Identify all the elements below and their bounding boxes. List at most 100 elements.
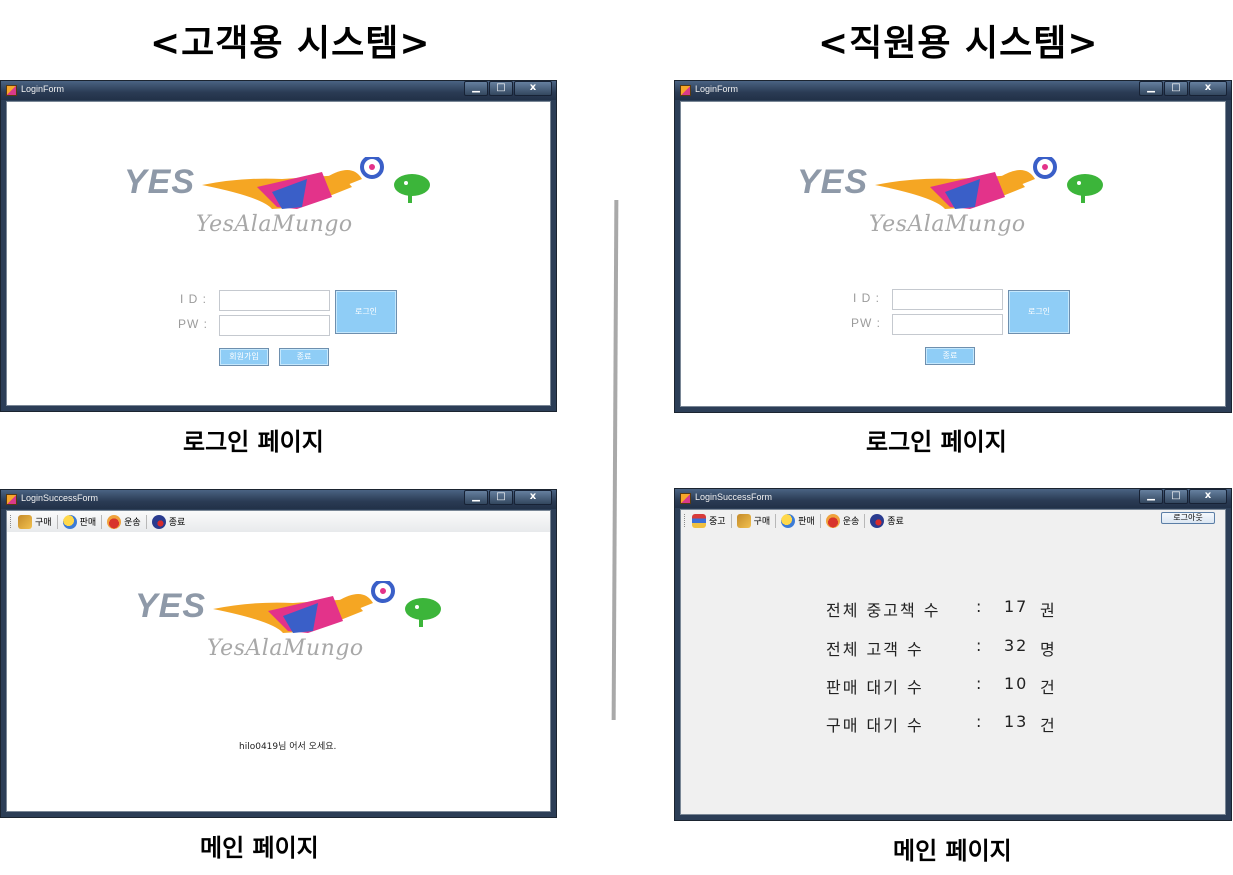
exit-icon [870,513,885,528]
stat-row-pending-purchases: 구매 대기 수 : 13 건 [826,712,1057,736]
toolbar-exit-button[interactable]: 종료 [149,514,189,529]
toolbar-used-button[interactable]: 중고 [689,513,729,528]
titlebar: LoginSuccessForm ▁ □ x [675,489,1231,508]
window-title: LoginForm [695,84,739,94]
toolbar-sell-button[interactable]: 판매 [60,514,100,529]
window-title: LoginSuccessForm [21,493,99,503]
id-input[interactable] [892,289,1003,310]
toolbar-sell-label: 판매 [79,518,97,528]
toolbar-ship-label: 운송 [842,517,860,527]
stat-colon: : [976,597,984,616]
stat-value: 10 [1004,674,1029,693]
maximize-button[interactable]: □ [489,490,513,505]
employee-login-caption: 로그인 페이지 [866,428,1007,456]
close-button[interactable]: x [1189,81,1227,96]
toolbar-exit-button[interactable]: 종료 [867,513,907,528]
pw-input[interactable] [219,315,330,336]
stat-value: 13 [1004,712,1029,731]
toolbar-ship-button[interactable]: 운송 [823,513,863,528]
center-divider [611,199,619,721]
close-button[interactable]: x [514,81,552,96]
login-button[interactable]: 로그인 [1008,290,1070,334]
genie-lamp-icon [202,157,430,209]
login-client-area: YES YesAlaMungo I D : PW : 로그인 종료 [680,101,1226,407]
app-icon [680,85,691,96]
close-button[interactable]: x [514,490,552,505]
id-input[interactable] [219,290,330,311]
customer-login-window: LoginForm ▁ □ x YES YesAlaMungo I D : PW [0,80,557,412]
toolbar-sell-label: 판매 [798,517,815,527]
logo-script-text: YesAlaMungo [196,212,353,237]
books-icon [692,513,706,528]
minimize-button[interactable]: ▁ [1139,489,1163,504]
logo-yes-text: YES [797,163,869,201]
yesalamungo-logo: YES YesAlaMungo [124,157,434,252]
id-label: I D : [853,291,881,305]
app-icon [6,85,17,96]
toolbar-separator [864,513,866,528]
stat-value: 32 [1004,636,1029,655]
minimize-button[interactable]: ▁ [464,81,488,96]
stat-label: 구매 대기 수 [826,716,924,735]
stat-colon: : [976,712,984,731]
toolbar-separator [56,514,58,529]
sell-icon [781,513,796,528]
customer-main-caption: 메인 페이지 [200,834,319,862]
pw-input[interactable] [892,314,1003,335]
toolbar-separator [819,513,821,528]
window-title: LoginSuccessForm [695,492,773,502]
stat-unit: 권 [1040,601,1057,620]
stat-row-customers: 전체 고객 수 : 32 명 [826,636,1057,660]
stat-unit: 건 [1040,716,1057,735]
toolbar-buy-button[interactable]: 구매 [734,513,774,528]
stat-colon: : [976,674,984,693]
stat-value: 17 [1004,597,1029,616]
window-title: LoginForm [21,84,65,94]
toolbar-separator [101,514,103,529]
toolbar-ship-button[interactable]: 운송 [104,514,144,529]
stat-unit: 건 [1040,678,1057,697]
logo-script-text: YesAlaMungo [869,212,1026,237]
stat-row-used-books: 전체 중고책 수 : 17 권 [826,597,1057,621]
customer-main-window: LoginSuccessForm ▁ □ x 구매 판매 운송 종료 YES Y… [0,489,557,818]
logout-button[interactable]: 로그아웃 [1161,512,1215,524]
login-button[interactable]: 로그인 [335,290,397,334]
exit-button[interactable]: 종료 [279,348,329,366]
titlebar: LoginSuccessForm ▁ □ x [1,490,556,509]
exit-icon [151,514,166,529]
minimize-button[interactable]: ▁ [1139,81,1163,96]
main-client-area: 중고 구매 판매 운송 종료 로그아웃 전체 중고책 수: 17 권 전체 고… [680,509,1226,815]
yesalamungo-logo: YES YesAlaMungo [135,581,445,676]
welcome-message: hilo0419님 어서 오세요. [239,742,337,752]
stat-label: 전체 중고책 수 [826,601,941,620]
toolbar-used-label: 중고 [709,517,726,527]
toolbar-buy-button[interactable]: 구매 [15,514,55,529]
customer-system-heading: <고객용 시스템> [150,23,431,64]
titlebar: LoginForm ▁ □ x [1,81,556,100]
exit-button[interactable]: 종료 [925,347,975,365]
main-client-area: 구매 판매 운송 종료 YES YesAlaMungo hilo0419님 어서… [6,510,551,812]
cart-icon [736,513,751,528]
close-button[interactable]: x [1189,489,1227,504]
stat-label: 판매 대기 수 [826,678,924,697]
app-icon [680,493,691,504]
id-label: I D : [180,292,208,306]
genie-lamp-icon [213,581,441,633]
yesalamungo-logo: YES YesAlaMungo [797,157,1107,252]
maximize-button[interactable]: □ [1164,489,1188,504]
stat-unit: 명 [1040,640,1057,659]
stat-colon: : [976,636,984,655]
toolbar-separator [775,513,777,528]
signup-button[interactable]: 회원가입 [219,348,269,366]
employee-system-heading: <직원용 시스템> [818,23,1099,64]
genie-lamp-icon [875,157,1103,209]
toolbar-grip [10,515,13,528]
minimize-button[interactable]: ▁ [464,490,488,505]
cart-icon [18,514,32,529]
employee-main-caption: 메인 페이지 [893,837,1012,865]
toolbar-buy-label: 구매 [35,518,52,528]
maximize-button[interactable]: □ [1164,81,1188,96]
toolbar-ship-label: 운송 [124,518,141,528]
maximize-button[interactable]: □ [489,81,513,96]
toolbar-sell-button[interactable]: 판매 [778,513,818,528]
